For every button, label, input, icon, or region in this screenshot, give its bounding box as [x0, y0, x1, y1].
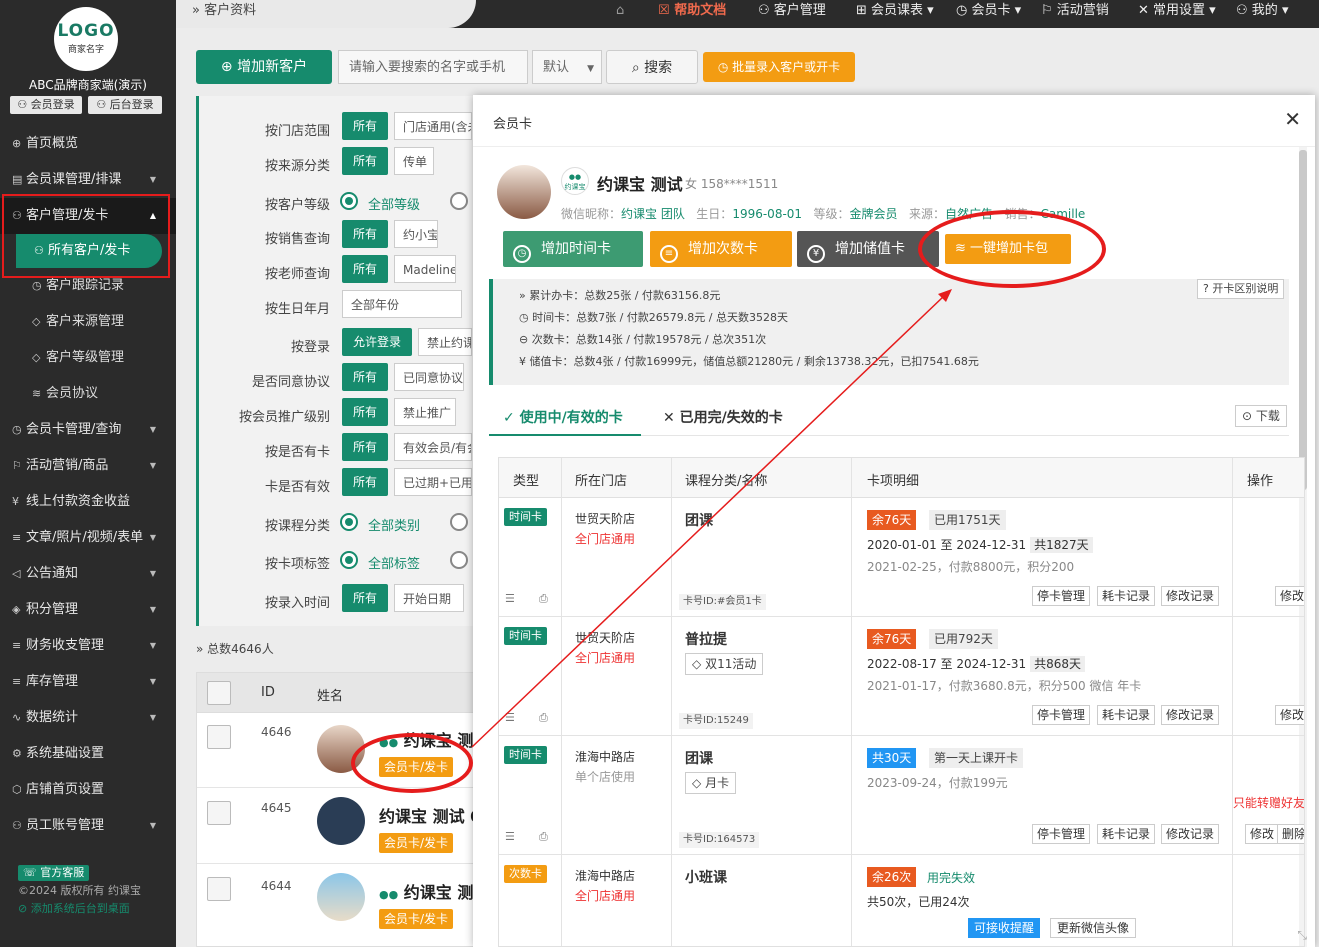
annotation-arrow [471, 289, 952, 748]
arrow-line [471, 295, 945, 748]
app-root: LOGO 商家名字 ABC品牌商家端(演示) ⚇ 会员登录 ⚇ 后台登录 ⊕ 首页… [0, 0, 1319, 947]
